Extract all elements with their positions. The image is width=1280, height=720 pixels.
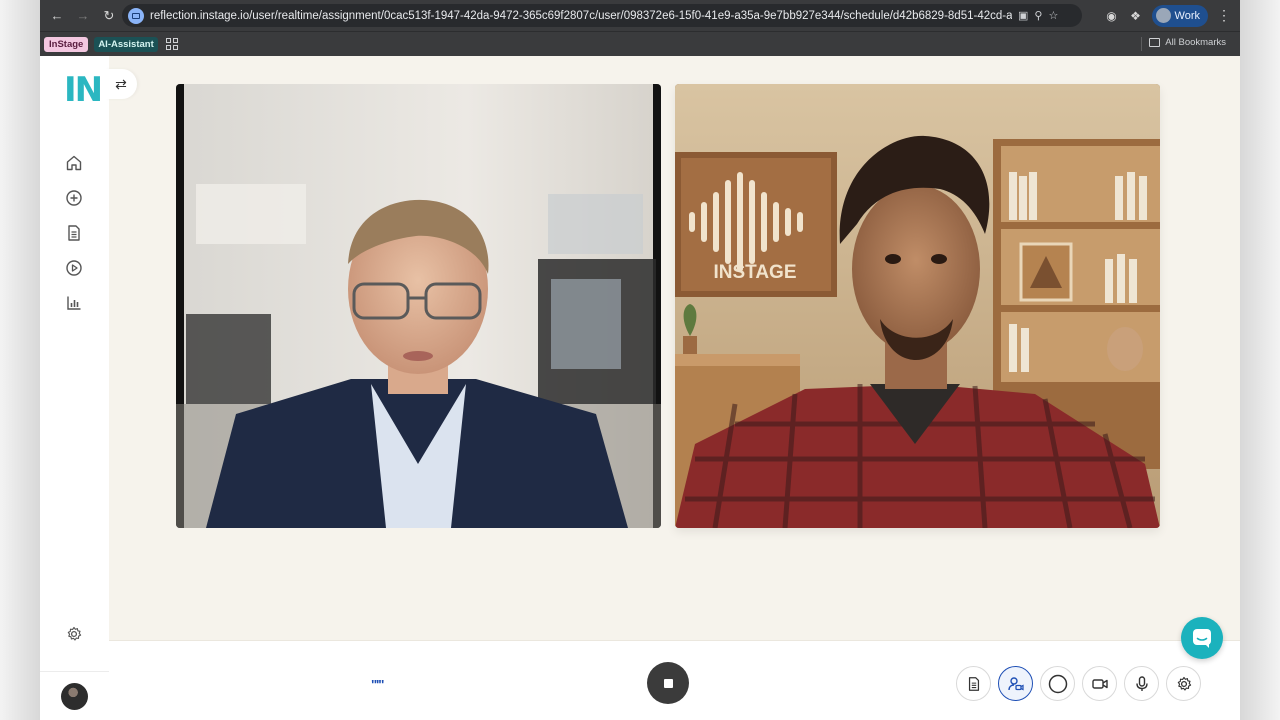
profile-avatar bbox=[1155, 8, 1171, 23]
browser-toolbar: ← → ↻ reflection.instage.io/user/realtim… bbox=[40, 0, 1240, 31]
all-bookmarks-label: All Bookmarks bbox=[1165, 37, 1226, 48]
bookmark-star-icon[interactable]: ☆ bbox=[1048, 9, 1058, 22]
gear-icon bbox=[1177, 676, 1191, 691]
folder-icon bbox=[1149, 38, 1161, 47]
install-app-icon[interactable]: ▣ bbox=[1018, 9, 1028, 22]
avatar-video bbox=[176, 84, 661, 528]
sidebar: IN bbox=[40, 56, 109, 720]
transcript-button[interactable] bbox=[956, 666, 991, 701]
webcam-video-frame: INSTAGE bbox=[675, 84, 1160, 528]
browser-window: ← → ↻ reflection.instage.io/user/realtim… bbox=[40, 0, 1240, 720]
play-circle-icon[interactable] bbox=[64, 258, 84, 278]
record-button[interactable] bbox=[1040, 666, 1075, 701]
stop-icon bbox=[663, 678, 673, 688]
sidebar-divider bbox=[40, 671, 109, 672]
support-chat-button[interactable] bbox=[1181, 617, 1223, 659]
bar-chart-icon[interactable] bbox=[64, 293, 84, 313]
forward-icon[interactable]: → bbox=[70, 3, 96, 29]
reload-icon[interactable]: ↻ bbox=[96, 3, 122, 29]
call-controls-bar: "'" bbox=[109, 640, 1240, 720]
instage-logo[interactable]: IN bbox=[64, 70, 103, 110]
bookmarks-divider bbox=[1141, 37, 1142, 51]
instage-wall-sign: INSTAGE bbox=[713, 262, 796, 283]
zoom-icon[interactable]: ⚲ bbox=[1034, 9, 1042, 22]
url-text[interactable]: reflection.instage.io/user/realtime/assi… bbox=[150, 10, 1012, 22]
apps-grid-icon[interactable] bbox=[165, 38, 178, 50]
call-settings-button[interactable] bbox=[1166, 666, 1201, 701]
bookmarks-bar: InStage AI-Assistant All Bookmarks bbox=[40, 31, 1240, 56]
extensions-puzzle-icon[interactable]: ❖ bbox=[1128, 8, 1144, 24]
address-bar[interactable]: reflection.instage.io/user/realtime/assi… bbox=[122, 4, 1082, 27]
back-icon[interactable]: ← bbox=[44, 3, 70, 29]
settings-icon[interactable] bbox=[64, 624, 84, 644]
profile-label: Work bbox=[1174, 9, 1200, 22]
bookmark-instage[interactable]: InStage bbox=[44, 36, 89, 52]
chat-bubble-icon bbox=[1193, 629, 1211, 648]
site-camera-icon bbox=[128, 7, 144, 24]
avatar-view-toggle-button[interactable] bbox=[998, 666, 1033, 701]
user-webcam-video: INSTAGE bbox=[675, 84, 1160, 528]
desktop-edge-left bbox=[0, 0, 40, 720]
profile-button[interactable]: Work bbox=[1151, 4, 1208, 27]
circle-icon bbox=[1048, 674, 1067, 693]
add-circle-icon[interactable] bbox=[64, 188, 84, 208]
all-bookmarks-button[interactable]: All Bookmarks bbox=[1149, 37, 1226, 48]
microphone-button[interactable] bbox=[1124, 666, 1159, 701]
home-icon[interactable] bbox=[64, 153, 84, 173]
bookmark-ai-assistant[interactable]: AI-Assistant bbox=[94, 36, 158, 52]
document-icon bbox=[968, 676, 979, 691]
stop-session-button[interactable] bbox=[647, 662, 689, 704]
camera-button[interactable] bbox=[1082, 666, 1117, 701]
video-camera-icon bbox=[1091, 678, 1108, 689]
avatar-video-frame bbox=[176, 84, 661, 528]
typing-indicator: "'" bbox=[371, 677, 384, 692]
user-avatar[interactable] bbox=[61, 683, 88, 710]
extension-icon[interactable]: ◉ bbox=[1104, 8, 1120, 24]
document-icon[interactable] bbox=[64, 223, 84, 243]
microphone-icon bbox=[1135, 675, 1148, 691]
person-video-icon bbox=[1007, 676, 1024, 690]
menu-kebab-icon[interactable]: ⋮ bbox=[1216, 7, 1232, 24]
desktop-edge-right bbox=[1240, 0, 1280, 720]
swap-arrows-icon[interactable]: ⇄ bbox=[105, 69, 137, 99]
app-area: IN ⇄ INSTAGE "'" bbox=[40, 56, 1240, 720]
